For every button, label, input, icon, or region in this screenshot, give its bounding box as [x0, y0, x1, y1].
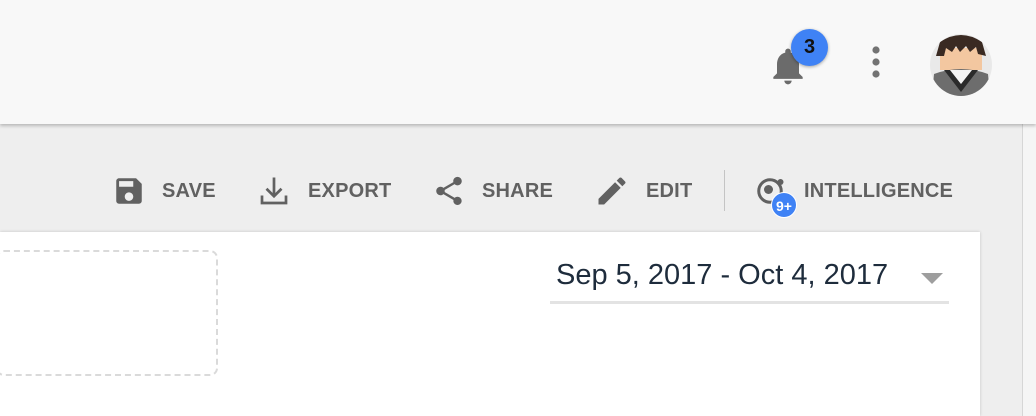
share-icon	[436, 176, 462, 206]
save-button[interactable]: SAVE	[112, 172, 216, 210]
avatar[interactable]	[930, 34, 992, 96]
app-bar: 3	[0, 0, 1036, 124]
export-label: EXPORT	[308, 179, 392, 202]
date-range-text: Sep 5, 2017 - Oct 4, 2017	[556, 259, 889, 291]
toolbar-divider	[724, 170, 725, 211]
more-vert-icon[interactable]	[862, 42, 890, 82]
component-placeholder[interactable]	[0, 250, 218, 376]
pencil-icon	[598, 177, 626, 205]
intelligence-badge: 9+	[771, 192, 797, 218]
date-range-underline	[550, 301, 949, 304]
save-label: SAVE	[162, 179, 216, 202]
edit-label: EDIT	[646, 179, 693, 202]
notification-count-badge[interactable]: 3	[791, 29, 828, 66]
dropdown-caret-icon	[921, 273, 943, 284]
save-icon	[116, 178, 142, 204]
date-range-selector[interactable]: Sep 5, 2017 - Oct 4, 2017	[550, 255, 949, 304]
scroll-gutter[interactable]	[1022, 124, 1036, 416]
share-button[interactable]: SHARE	[432, 172, 553, 210]
intelligence-label: INTELLIGENCE	[804, 179, 954, 202]
edit-button[interactable]: EDIT	[594, 172, 692, 210]
user-avatar-icon	[930, 34, 992, 96]
download-icon	[260, 177, 288, 205]
share-label: SHARE	[482, 179, 554, 202]
export-button[interactable]: EXPORT	[256, 172, 391, 210]
